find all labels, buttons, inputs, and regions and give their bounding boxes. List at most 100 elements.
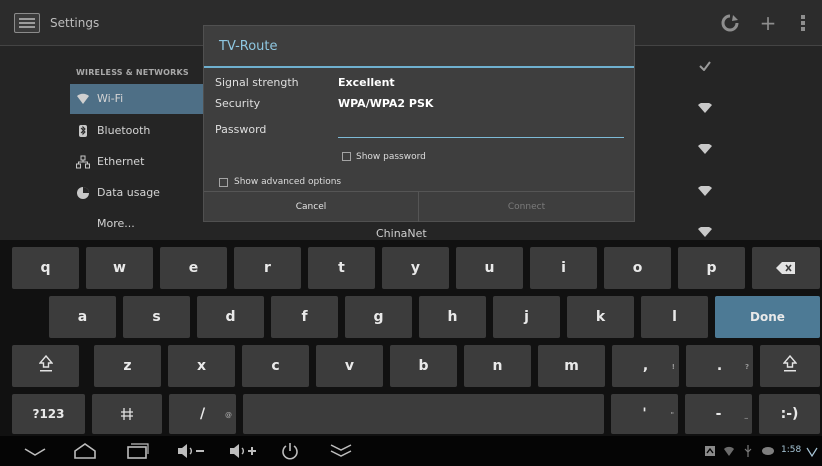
shift-key-right[interactable] — [760, 345, 820, 387]
soft-keyboard: q w e r t y u i o p a s d f g h j k l Do… — [0, 240, 822, 436]
key-h[interactable]: h — [419, 296, 486, 338]
shift-icon — [782, 354, 798, 372]
key-v[interactable]: v — [316, 345, 383, 387]
key-o[interactable]: o — [604, 247, 671, 289]
period-hint: ? — [744, 363, 749, 371]
hide-keyboard-icon[interactable] — [20, 441, 50, 461]
key-c[interactable]: c — [242, 345, 309, 387]
dialog-button-bar: Cancel Connect — [204, 191, 634, 222]
key-j[interactable]: j — [493, 296, 560, 338]
volume-up-icon[interactable] — [227, 441, 261, 461]
battery-icon — [762, 447, 774, 455]
key-u[interactable]: u — [456, 247, 523, 289]
power-icon[interactable] — [277, 441, 303, 461]
key-apostrophe[interactable]: ' " — [611, 394, 678, 434]
home-icon[interactable] — [70, 441, 100, 461]
space-key[interactable] — [243, 394, 604, 434]
shift-key[interactable] — [12, 345, 79, 387]
key-period[interactable]: . ? — [686, 345, 753, 387]
collapse-icon[interactable] — [327, 441, 355, 461]
key-d[interactable]: d — [197, 296, 264, 338]
wifi-connect-dialog: TV-Route Signal strength Excellent Secur… — [203, 25, 635, 222]
key-z[interactable]: z — [94, 345, 161, 387]
notification-icon — [705, 446, 715, 456]
section-header-wireless: WIRELESS & NETWORKS — [76, 68, 189, 77]
refresh-icon[interactable] — [715, 9, 745, 37]
key-a[interactable]: a — [49, 296, 116, 338]
apostrophe-label: ' — [642, 406, 647, 422]
dialog-divider — [204, 66, 634, 68]
comma-label: , — [642, 358, 649, 374]
show-advanced-label[interactable]: Show advanced options — [234, 177, 341, 187]
slash-label: / — [199, 406, 206, 422]
ethernet-icon — [76, 155, 90, 169]
cancel-button[interactable]: Cancel — [204, 192, 419, 222]
key-slash[interactable]: / @ — [169, 394, 236, 434]
checkmark-icon — [699, 61, 711, 71]
password-input[interactable] — [338, 124, 624, 138]
input-settings-key[interactable] — [92, 394, 162, 434]
key-x[interactable]: x — [168, 345, 235, 387]
bluetooth-icon — [79, 125, 87, 137]
symbols-key[interactable]: ?123 — [12, 394, 85, 434]
signal-strength-label: Signal strength — [215, 76, 299, 89]
input-settings-icon — [121, 408, 133, 420]
key-e[interactable]: e — [160, 247, 227, 289]
key-comma[interactable]: , ! — [612, 345, 679, 387]
sidebar-item-label: More... — [97, 217, 135, 230]
show-advanced-checkbox[interactable] — [219, 178, 228, 187]
recent-apps-icon[interactable] — [123, 441, 153, 461]
dialog-title: TV-Route — [219, 39, 278, 54]
settings-app-icon[interactable] — [14, 13, 40, 33]
key-g[interactable]: g — [345, 296, 412, 338]
sidebar-item-label: Wi-Fi — [97, 92, 124, 105]
wifi-status-icon — [724, 446, 734, 456]
signal-strength-value: Excellent — [338, 76, 395, 89]
sidebar-item-bluetooth[interactable]: Bluetooth — [70, 116, 204, 146]
wifi-signal-icon — [698, 103, 712, 113]
sidebar-item-wifi[interactable]: Wi-Fi — [70, 84, 204, 114]
emoji-key[interactable]: :-) — [759, 394, 820, 434]
wifi-icon — [77, 93, 89, 104]
key-w[interactable]: w — [86, 247, 153, 289]
security-value: WPA/WPA2 PSK — [338, 97, 434, 110]
key-l[interactable]: l — [641, 296, 708, 338]
signal-status-icon — [806, 447, 818, 457]
status-area[interactable]: 1:58 — [682, 436, 822, 466]
key-t[interactable]: t — [308, 247, 375, 289]
key-dash[interactable]: - _ — [685, 394, 752, 434]
show-password-label[interactable]: Show password — [356, 152, 426, 162]
key-s[interactable]: s — [123, 296, 190, 338]
sidebar-item-more[interactable]: More... — [70, 209, 204, 239]
key-k[interactable]: k — [567, 296, 634, 338]
show-password-checkbox[interactable] — [342, 152, 351, 161]
overflow-menu-icon[interactable] — [793, 9, 813, 37]
backspace-key[interactable] — [752, 247, 820, 289]
apostrophe-hint: " — [670, 411, 674, 419]
key-i[interactable]: i — [530, 247, 597, 289]
key-b[interactable]: b — [390, 345, 457, 387]
backspace-icon — [776, 262, 795, 274]
shift-icon — [37, 354, 54, 372]
password-label: Password — [215, 123, 267, 136]
network-name-chinanet[interactable]: ChinaNet — [376, 227, 427, 240]
key-m[interactable]: m — [538, 345, 605, 387]
add-icon[interactable]: + — [753, 9, 783, 37]
key-p[interactable]: p — [678, 247, 745, 289]
sidebar-item-label: Ethernet — [97, 155, 145, 168]
key-y[interactable]: y — [382, 247, 449, 289]
key-f[interactable]: f — [271, 296, 338, 338]
usb-icon — [744, 445, 752, 457]
wifi-signal-icon — [698, 144, 712, 154]
connect-button[interactable]: Connect — [419, 192, 634, 222]
done-key[interactable]: Done — [715, 296, 820, 338]
sidebar-item-ethernet[interactable]: Ethernet — [70, 147, 204, 177]
key-q[interactable]: q — [12, 247, 79, 289]
system-navigation-bar: 1:58 — [0, 436, 822, 466]
key-n[interactable]: n — [464, 345, 531, 387]
sidebar-item-data-usage[interactable]: Data usage — [70, 178, 204, 208]
clock: 1:58 — [781, 445, 802, 455]
key-r[interactable]: r — [234, 247, 301, 289]
comma-hint: ! — [671, 363, 675, 371]
volume-down-icon[interactable] — [175, 441, 209, 461]
